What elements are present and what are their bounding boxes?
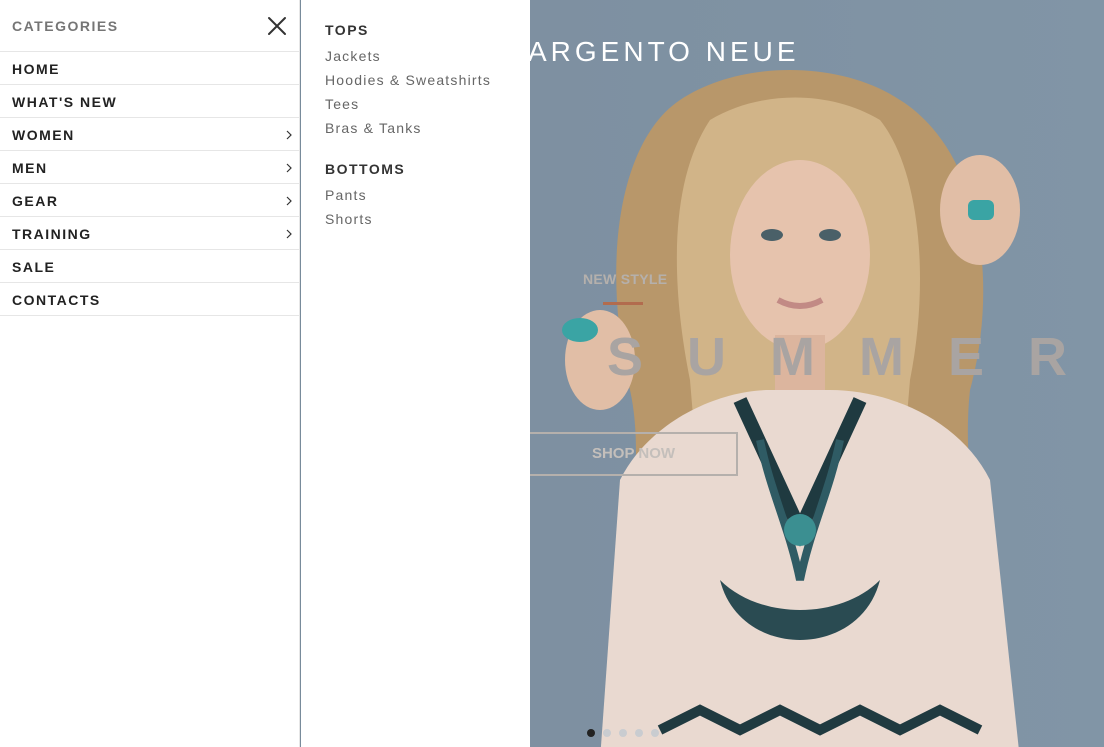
categories-menu: CATEGORIES HOME WHAT'S NEW WOMEN MEN GEA… [0, 0, 300, 747]
menu-item-home[interactable]: HOME [0, 52, 299, 85]
hero-title: SUMMER [607, 327, 1104, 387]
close-icon[interactable] [266, 15, 288, 37]
hero-accent-line [603, 302, 643, 305]
submenu-group-tops[interactable]: TOPS [325, 22, 369, 38]
menu-item-label: GEAR [12, 193, 59, 209]
submenu-group-bottoms[interactable]: BOTTOMS [325, 161, 405, 177]
menu-item-men[interactable]: MEN [0, 151, 299, 184]
slider-pagination [587, 729, 659, 737]
chevron-right-icon [286, 130, 292, 140]
submenu-link-tees[interactable]: Tees [325, 96, 359, 112]
menu-item-sale[interactable]: SALE [0, 250, 299, 283]
submenu-link-hoodies[interactable]: Hoodies & Sweatshirts [325, 72, 491, 88]
categories-header: CATEGORIES [0, 0, 299, 52]
slider-dot-2[interactable] [603, 729, 611, 737]
menu-item-label: TRAINING [12, 226, 92, 242]
categories-title: CATEGORIES [12, 18, 119, 34]
slider-dot-4[interactable] [635, 729, 643, 737]
hero-subtitle: NEW STYLE [583, 271, 668, 287]
slider-dot-3[interactable] [619, 729, 627, 737]
submenu-link-shorts[interactable]: Shorts [325, 211, 373, 227]
chevron-right-icon [286, 196, 292, 206]
menu-item-training[interactable]: TRAINING [0, 217, 299, 250]
menu-item-whats-new[interactable]: WHAT'S NEW [0, 85, 299, 118]
submenu-panel: TOPS Jackets Hoodies & Sweatshirts Tees … [301, 0, 530, 747]
menu-item-label: SALE [12, 259, 56, 275]
menu-item-women[interactable]: WOMEN [0, 118, 299, 151]
chevron-right-icon [286, 163, 292, 173]
menu-item-label: CONTACTS [12, 292, 101, 308]
hero-model-image [562, 70, 1020, 747]
menu-item-gear[interactable]: GEAR [0, 184, 299, 217]
shop-now-button[interactable]: SHOP NOW [509, 432, 738, 476]
menu-item-label: HOME [12, 61, 60, 77]
slider-dot-5[interactable] [651, 729, 659, 737]
submenu-link-jackets[interactable]: Jackets [325, 48, 381, 64]
store-logo[interactable]: ARGENTO NEUE [528, 36, 800, 68]
menu-item-contacts[interactable]: CONTACTS [0, 283, 299, 316]
slider-dot-1[interactable] [587, 729, 595, 737]
submenu-link-pants[interactable]: Pants [325, 187, 367, 203]
submenu-link-bras-tanks[interactable]: Bras & Tanks [325, 120, 422, 136]
chevron-right-icon [286, 229, 292, 239]
menu-item-label: WOMEN [12, 127, 75, 143]
menu-item-label: MEN [12, 160, 48, 176]
menu-item-label: WHAT'S NEW [12, 94, 118, 110]
